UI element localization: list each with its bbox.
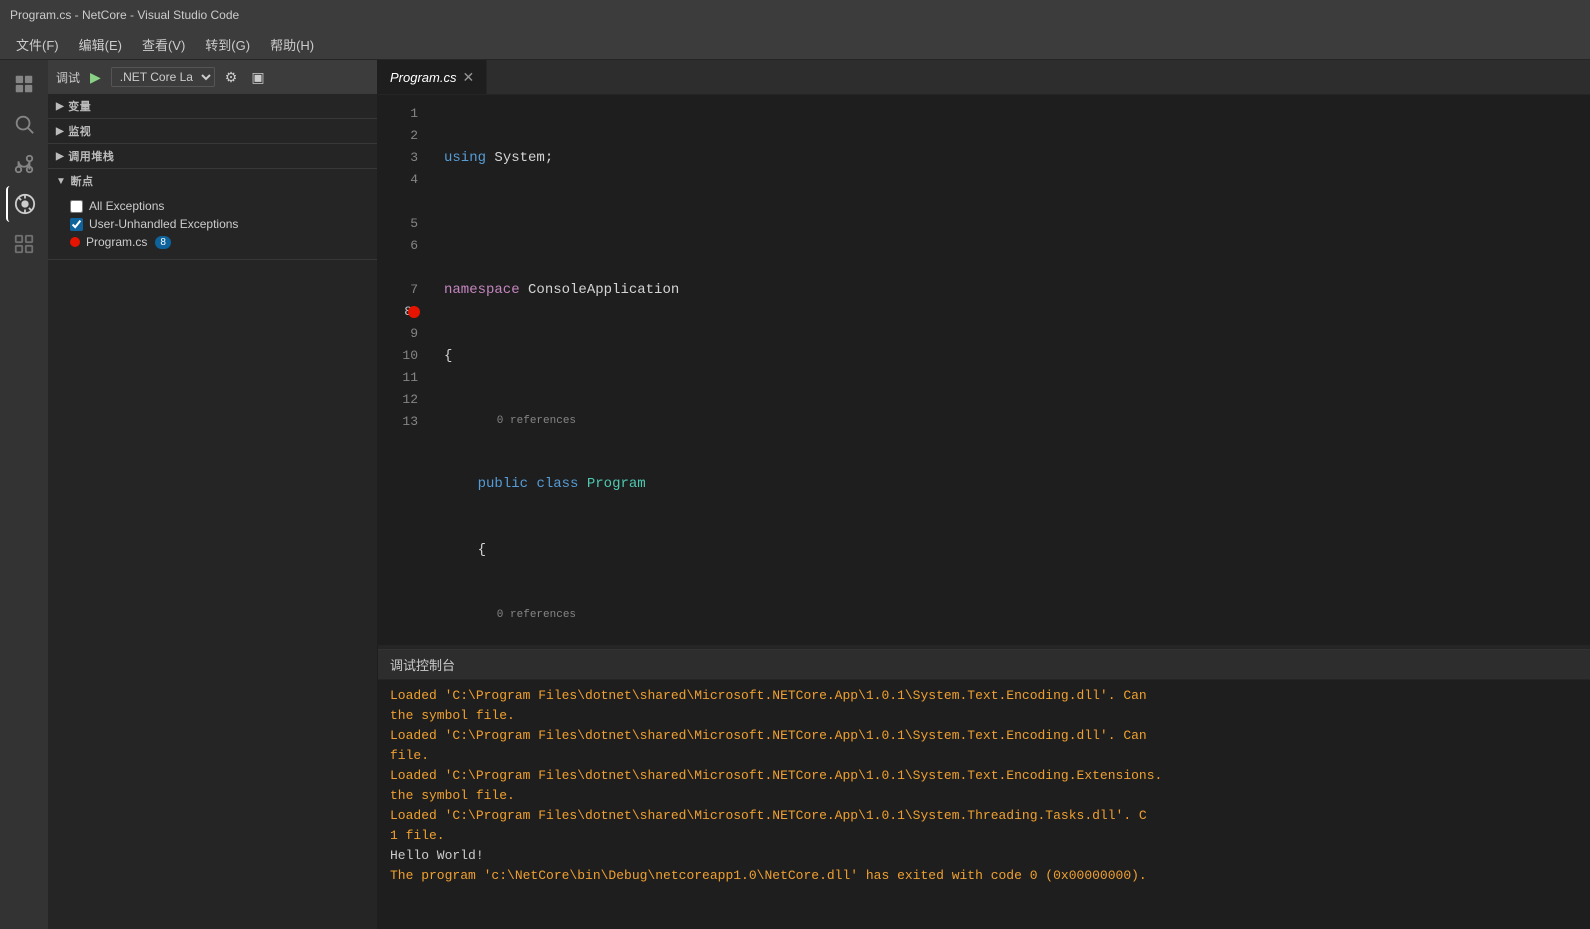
- configuration-select[interactable]: .NET Core La: [111, 67, 215, 87]
- line-num-13: 13: [378, 411, 418, 433]
- tab-close-button[interactable]: ✕: [462, 70, 474, 84]
- console-line-5: Loaded 'C:\Program Files\dotnet\shared\M…: [390, 766, 1578, 786]
- menu-bar: 文件(F) 编辑(E) 查看(V) 转到(G) 帮助(H): [0, 30, 1590, 60]
- line-numbers: 1 2 3 4 5 6 7 8 9 10 11 12 13: [378, 95, 428, 645]
- code-line-5: public class Program: [444, 473, 1590, 495]
- code-line-ref1: 0 references: [444, 411, 1590, 429]
- code-content[interactable]: using System; namespace ConsoleApplicati…: [428, 95, 1590, 645]
- extensions-icon[interactable]: [6, 226, 42, 262]
- watch-header[interactable]: ▶ 监视: [48, 119, 377, 143]
- menu-edit[interactable]: 编辑(E): [71, 33, 130, 56]
- code-line-2: [444, 213, 1590, 235]
- code-line-4: {: [444, 345, 1590, 367]
- menu-goto[interactable]: 转到(G): [197, 33, 258, 56]
- line-num-ref1: [378, 191, 418, 213]
- watch-section: ▶ 监视: [48, 119, 377, 144]
- breakpoints-arrow: ▼: [56, 176, 66, 187]
- all-exceptions-label: All Exceptions: [89, 199, 164, 213]
- search-icon[interactable]: [6, 106, 42, 142]
- console-line-10: The program 'c:\NetCore\bin\Debug\netcor…: [390, 866, 1578, 886]
- all-exceptions-checkbox[interactable]: [70, 200, 83, 213]
- call-stack-arrow: ▶: [56, 151, 64, 162]
- console-line-1: Loaded 'C:\Program Files\dotnet\shared\M…: [390, 686, 1578, 706]
- tab-filename: Program.cs: [390, 70, 456, 85]
- breakpoint-8-icon: [408, 306, 420, 318]
- line-num-11: 11: [378, 367, 418, 389]
- program-breakpoint-row: Program.cs 8: [70, 233, 369, 251]
- breakpoint-dot-icon: [70, 237, 80, 247]
- line-num-12: 12: [378, 389, 418, 411]
- debug-toolbar: 调试 ▶ .NET Core La ⚙ ▣: [48, 60, 377, 94]
- call-stack-header[interactable]: ▶ 调用堆栈: [48, 144, 377, 168]
- run-button[interactable]: ▶: [86, 67, 105, 88]
- line-num-ref2: [378, 257, 418, 279]
- activity-bar: [0, 60, 48, 929]
- console-title: 调试控制台: [390, 655, 455, 674]
- line-num-9: 9: [378, 323, 418, 345]
- line-num-1: 1: [378, 103, 418, 125]
- breakpoints-content: All Exceptions User-Unhandled Exceptions…: [48, 193, 377, 259]
- settings-button[interactable]: ⚙: [221, 67, 242, 88]
- breakpoints-section: ▼ 断点 All Exceptions User-Unhandled Excep…: [48, 169, 377, 260]
- program-cs-tab[interactable]: Program.cs ✕: [378, 60, 487, 94]
- code-line-3: namespace ConsoleApplication: [444, 279, 1590, 301]
- breakpoints-header[interactable]: ▼ 断点: [48, 169, 377, 193]
- console-line-6: the symbol file.: [390, 786, 1578, 806]
- console-header: 调试控制台: [378, 650, 1590, 680]
- code-editor[interactable]: 1 2 3 4 5 6 7 8 9 10 11 12 13 u: [378, 95, 1590, 645]
- user-unhandled-label: User-Unhandled Exceptions: [89, 217, 238, 231]
- terminal-button[interactable]: ▣: [247, 67, 268, 88]
- code-line-1: using System;: [444, 147, 1590, 169]
- title-bar: Program.cs - NetCore - Visual Studio Cod…: [0, 0, 1590, 30]
- line-num-6: 6: [378, 235, 418, 257]
- tab-bar: Program.cs ✕: [378, 60, 1590, 95]
- console-line-2: the symbol file.: [390, 706, 1578, 726]
- breakpoints-title: 断点: [70, 173, 93, 189]
- all-exceptions-row: All Exceptions: [70, 197, 369, 215]
- debug-icon[interactable]: [6, 186, 42, 222]
- breakpoint-line-badge: 8: [155, 236, 171, 249]
- menu-file[interactable]: 文件(F): [8, 33, 67, 56]
- code-line-6: {: [444, 539, 1590, 561]
- user-unhandled-row: User-Unhandled Exceptions: [70, 215, 369, 233]
- variables-arrow: ▶: [56, 101, 64, 112]
- console-line-8: 1 file.: [390, 826, 1578, 846]
- variables-header[interactable]: ▶ 变量: [48, 94, 377, 118]
- call-stack-section: ▶ 调用堆栈: [48, 144, 377, 169]
- debug-sidebar: 调试 ▶ .NET Core La ⚙ ▣ ▶ 变量 ▶ 监视 ▶: [48, 60, 378, 929]
- line-num-7: 7: [378, 279, 418, 301]
- breakpoint-file-label: Program.cs: [86, 235, 147, 249]
- console-line-4: file.: [390, 746, 1578, 766]
- editor-area: Program.cs ✕ 1 2 3 4 5 6 7 8 9: [378, 60, 1590, 929]
- explorer-icon[interactable]: [6, 66, 42, 102]
- menu-view[interactable]: 查看(V): [134, 33, 193, 56]
- console-output[interactable]: Loaded 'C:\Program Files\dotnet\shared\M…: [378, 680, 1590, 929]
- console-line-7: Loaded 'C:\Program Files\dotnet\shared\M…: [390, 806, 1578, 826]
- watch-arrow: ▶: [56, 126, 64, 137]
- variables-title: 变量: [68, 98, 91, 114]
- menu-help[interactable]: 帮助(H): [262, 33, 322, 56]
- code-line-ref2: 0 references: [444, 605, 1590, 623]
- watch-title: 监视: [68, 123, 91, 139]
- line-num-4: 4: [378, 169, 418, 191]
- debug-console: 调试控制台 Loaded 'C:\Program Files\dotnet\sh…: [378, 649, 1590, 929]
- line-num-3: 3: [378, 147, 418, 169]
- title-text: Program.cs - NetCore - Visual Studio Cod…: [10, 8, 239, 22]
- console-line-9: Hello World!: [390, 846, 1578, 866]
- main-layout: 调试 ▶ .NET Core La ⚙ ▣ ▶ 变量 ▶ 监视 ▶: [0, 60, 1590, 929]
- line-num-8: 8: [378, 301, 418, 323]
- variables-section: ▶ 变量: [48, 94, 377, 119]
- console-line-3: Loaded 'C:\Program Files\dotnet\shared\M…: [390, 726, 1578, 746]
- call-stack-title: 调用堆栈: [68, 148, 114, 164]
- line-num-5: 5: [378, 213, 418, 235]
- line-num-2: 2: [378, 125, 418, 147]
- line-num-10: 10: [378, 345, 418, 367]
- source-control-icon[interactable]: [6, 146, 42, 182]
- debug-label: 调试: [56, 69, 80, 86]
- user-unhandled-checkbox[interactable]: [70, 218, 83, 231]
